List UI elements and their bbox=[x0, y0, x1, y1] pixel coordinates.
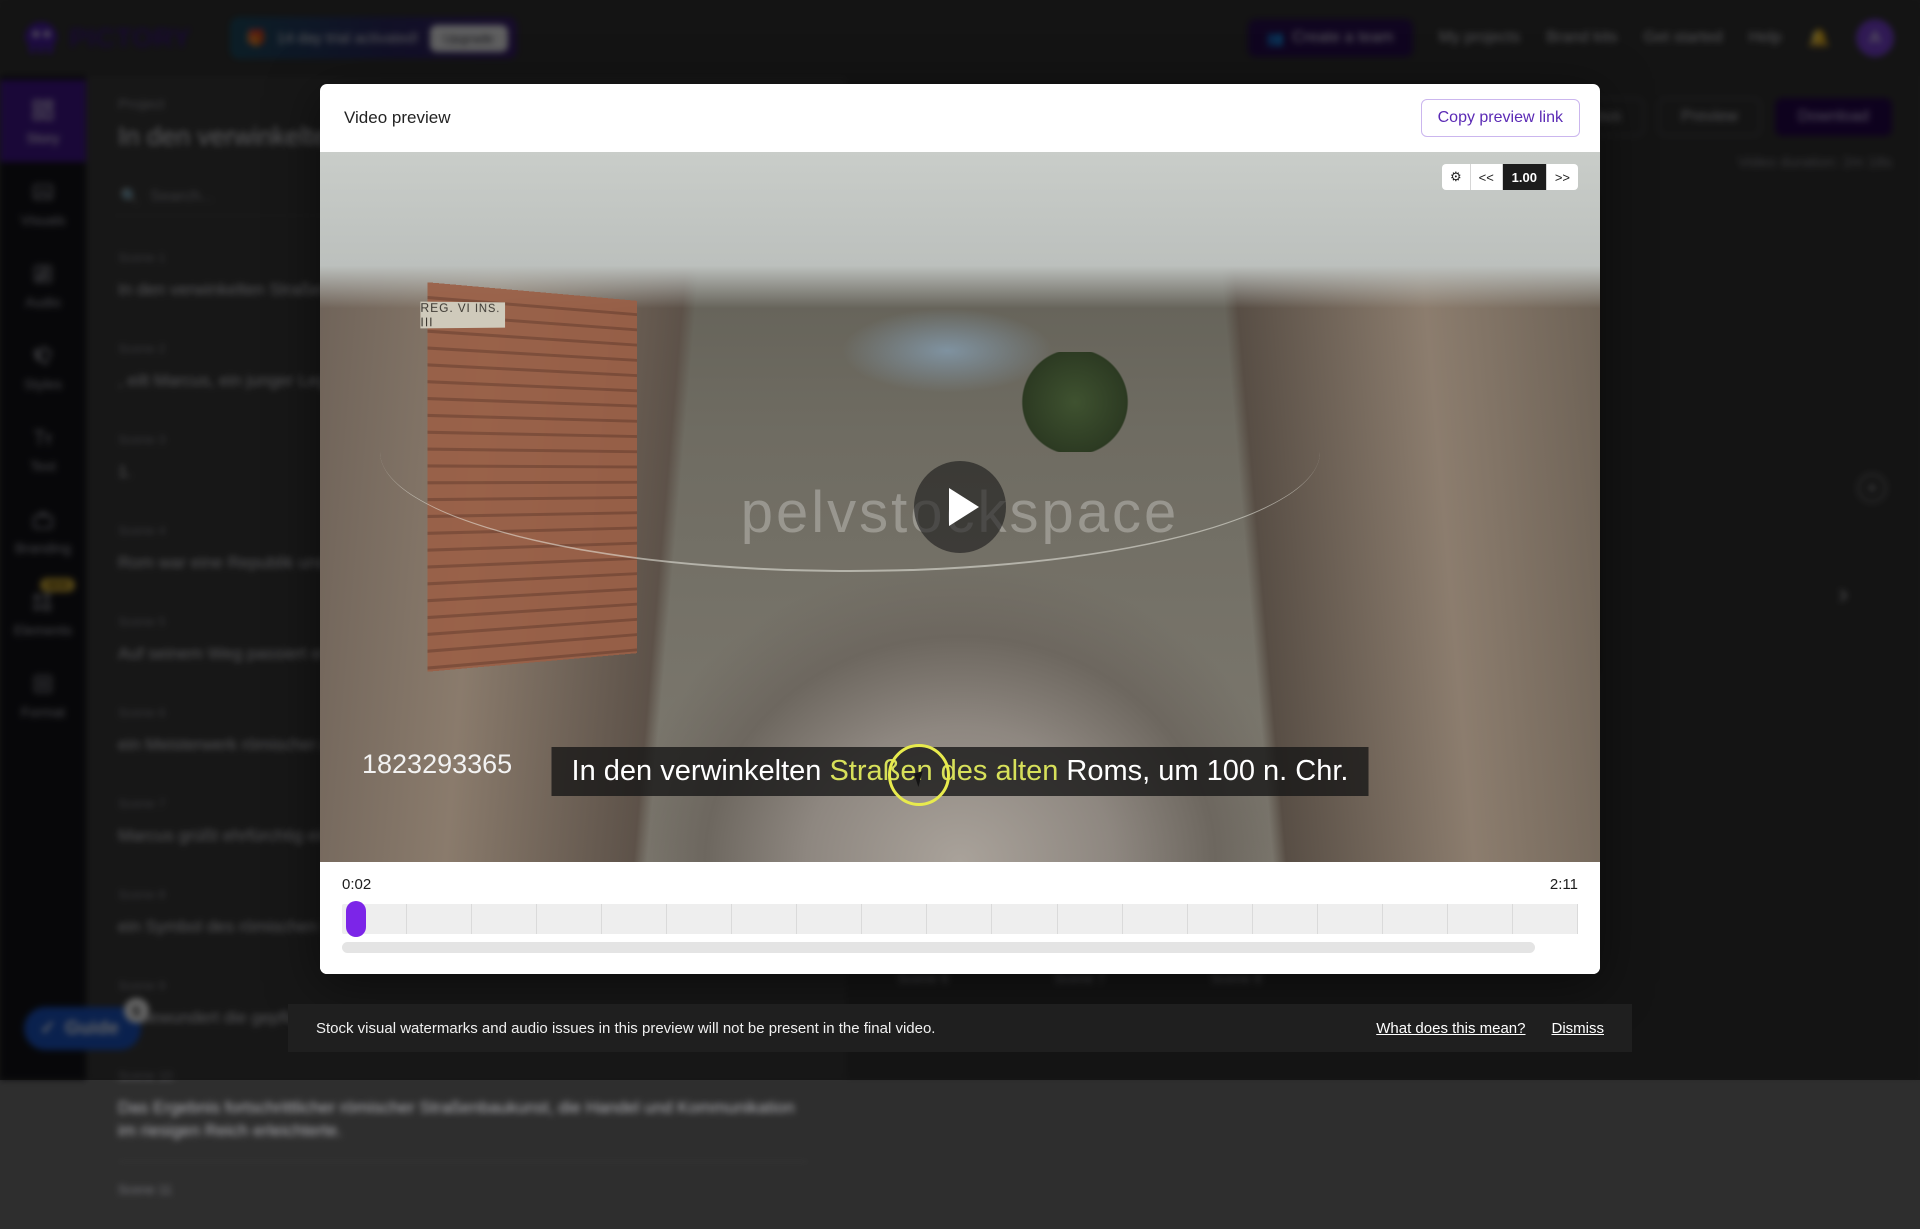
video-player[interactable]: REG. VI INS. III pelvstockspace 18232933… bbox=[320, 152, 1600, 862]
timeline-segment[interactable] bbox=[1383, 904, 1448, 934]
timeline-segment[interactable] bbox=[1188, 904, 1253, 934]
timeline-segment[interactable] bbox=[1253, 904, 1318, 934]
video-preview-modal: Video preview Copy preview link REG. VI … bbox=[320, 84, 1600, 974]
timeline-segment[interactable] bbox=[1513, 904, 1578, 934]
timeline-segment[interactable] bbox=[537, 904, 602, 934]
list-item[interactable]: Scene 11 bbox=[118, 1161, 808, 1229]
timeline-segment[interactable] bbox=[602, 904, 667, 934]
play-icon bbox=[949, 488, 979, 526]
playback-speed-control: ⚙ << 1.00 >> bbox=[1442, 164, 1578, 190]
play-button[interactable] bbox=[914, 461, 1006, 553]
toast-message: Stock visual watermarks and audio issues… bbox=[316, 1020, 935, 1037]
timeline-segment[interactable] bbox=[1058, 904, 1123, 934]
subtitle-after: Roms, um 100 n. Chr. bbox=[1058, 755, 1348, 787]
timeline-times: 0:02 2:11 bbox=[342, 876, 1578, 893]
subtitle-before: In den verwinkelten bbox=[572, 755, 830, 787]
gear-icon[interactable]: ⚙ bbox=[1442, 164, 1471, 190]
scene-number: Scene 11 bbox=[118, 1182, 808, 1197]
timeline-segment[interactable] bbox=[407, 904, 472, 934]
timeline-segment[interactable] bbox=[667, 904, 732, 934]
scene-text bbox=[118, 1211, 808, 1229]
timeline-segment[interactable] bbox=[862, 904, 927, 934]
total-time: 2:11 bbox=[1550, 876, 1578, 893]
what-does-this-mean-link[interactable]: What does this mean? bbox=[1376, 1020, 1525, 1037]
timeline-segment[interactable] bbox=[1448, 904, 1513, 934]
speed-down-button[interactable]: << bbox=[1471, 164, 1503, 190]
timeline-scrollbar[interactable] bbox=[342, 942, 1535, 953]
tree-decor bbox=[1020, 352, 1130, 452]
current-time: 0:02 bbox=[342, 876, 371, 893]
toast-actions: What does this mean? Dismiss bbox=[1376, 1020, 1604, 1037]
timeline-segment[interactable] bbox=[1123, 904, 1188, 934]
timeline-segment[interactable] bbox=[732, 904, 797, 934]
timeline-track[interactable] bbox=[342, 904, 1578, 934]
timeline-segment[interactable] bbox=[472, 904, 537, 934]
speed-up-button[interactable]: >> bbox=[1547, 164, 1578, 190]
dismiss-link[interactable]: Dismiss bbox=[1552, 1020, 1605, 1037]
timeline-segment[interactable] bbox=[797, 904, 862, 934]
timeline-segment[interactable] bbox=[927, 904, 992, 934]
speed-value: 1.00 bbox=[1503, 164, 1547, 190]
video-subtitle: In den verwinkelten Straßen des alten Ro… bbox=[552, 747, 1369, 796]
stock-id-text: 1823293365 bbox=[362, 749, 512, 780]
timeline-segment[interactable] bbox=[1318, 904, 1383, 934]
modal-header: Video preview Copy preview link bbox=[320, 84, 1600, 152]
copy-preview-link-button[interactable]: Copy preview link bbox=[1421, 99, 1580, 137]
timeline-segment[interactable] bbox=[992, 904, 1057, 934]
modal-title: Video preview bbox=[344, 108, 450, 128]
roman-sign: REG. VI INS. III bbox=[420, 302, 505, 329]
video-timeline[interactable]: 0:02 2:11 bbox=[320, 862, 1600, 974]
timeline-playhead[interactable] bbox=[346, 901, 366, 937]
scene-text: Das Ergebnis fortschrittlicher römischer… bbox=[118, 1097, 808, 1161]
preview-notice-toast: Stock visual watermarks and audio issues… bbox=[288, 1004, 1632, 1052]
